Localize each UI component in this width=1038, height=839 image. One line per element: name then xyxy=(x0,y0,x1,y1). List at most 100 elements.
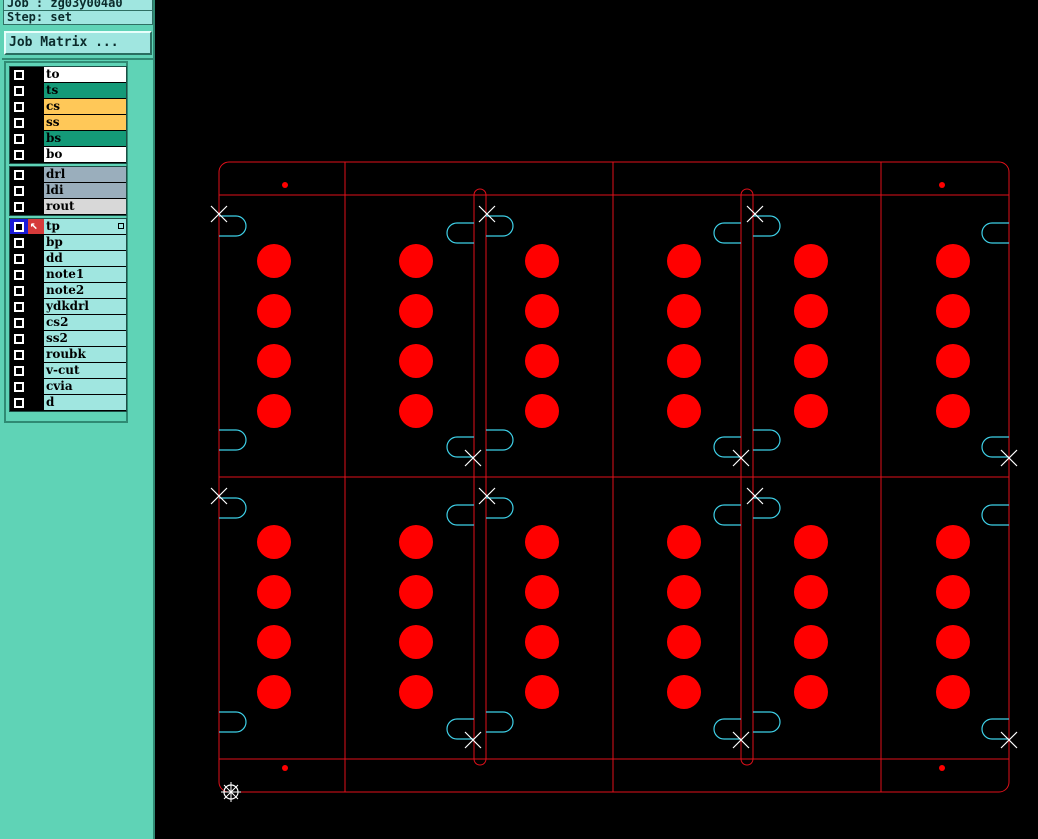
pad-circle xyxy=(667,625,701,659)
layer-name-label[interactable]: d xyxy=(44,395,126,410)
layer-toggle-checkbox[interactable] xyxy=(10,115,28,130)
layer-name-label[interactable]: ydkdrl xyxy=(44,299,126,314)
layer-row-ydkdrl[interactable]: ydkdrl xyxy=(10,299,126,315)
layer-row-to[interactable]: to xyxy=(10,67,126,83)
pad-circle xyxy=(667,394,701,428)
layer-name-label[interactable]: ss xyxy=(44,115,126,130)
layer-toggle-checkbox[interactable] xyxy=(10,331,28,346)
layer-status-icon xyxy=(28,267,44,282)
layer-name-label[interactable]: drl xyxy=(44,167,126,182)
layer-toggle-checkbox[interactable] xyxy=(10,167,28,182)
layer-row-bp[interactable]: bp xyxy=(10,235,126,251)
graphics-canvas[interactable] xyxy=(157,0,1038,839)
layer-status-icon xyxy=(28,99,44,114)
panel-drawing[interactable] xyxy=(157,0,1038,839)
fiducial-dot xyxy=(939,182,945,188)
layer-row-rout[interactable]: rout xyxy=(10,199,126,215)
layer-name-label[interactable]: tp xyxy=(44,219,126,234)
layer-toggle-checkbox[interactable] xyxy=(10,251,28,266)
layer-name-label[interactable]: note1 xyxy=(44,267,126,282)
layer-toggle-checkbox[interactable] xyxy=(10,283,28,298)
pad-circle xyxy=(794,244,828,278)
cross-marker-icon xyxy=(746,487,764,505)
layer-row-tp[interactable]: tp xyxy=(10,218,126,235)
layer-name-label[interactable]: cvia xyxy=(44,379,126,394)
layer-row-cvia[interactable]: cvia xyxy=(10,379,126,395)
pad-circle xyxy=(525,394,559,428)
layer-group-misc: tp bp dd note1 xyxy=(9,218,127,412)
layer-toggle-checkbox[interactable] xyxy=(10,219,28,234)
layer-row-ss[interactable]: ss xyxy=(10,115,126,131)
layer-name-label[interactable]: bs xyxy=(44,131,126,146)
pad-circle xyxy=(794,344,828,378)
layer-name-label[interactable]: cs2 xyxy=(44,315,126,330)
pad-circle xyxy=(667,575,701,609)
layer-name-label[interactable]: ts xyxy=(44,83,126,98)
layer-name-label[interactable]: dd xyxy=(44,251,126,266)
layer-row-cs2[interactable]: cs2 xyxy=(10,315,126,331)
layer-toggle-checkbox[interactable] xyxy=(10,131,28,146)
layer-row-ts[interactable]: ts xyxy=(10,83,126,99)
layer-name-label[interactable]: cs xyxy=(44,99,126,114)
layer-row-bo[interactable]: bo xyxy=(10,147,126,163)
job-matrix-button[interactable]: Job Matrix ... xyxy=(4,31,152,55)
slot-shape xyxy=(219,497,247,519)
layer-toggle-checkbox[interactable] xyxy=(10,99,28,114)
layer-row-ss2[interactable]: ss2 xyxy=(10,331,126,347)
layer-toggle-checkbox[interactable] xyxy=(10,235,28,250)
layer-toggle-checkbox[interactable] xyxy=(10,147,28,162)
cam-window: Job : zg03y004a0 Step: set Job Matrix ..… xyxy=(0,0,1038,839)
layer-name-label[interactable]: v-cut xyxy=(44,363,126,378)
fiducial-dot xyxy=(282,182,288,188)
layer-name-label[interactable]: bo xyxy=(44,147,126,162)
layer-toggle-checkbox[interactable] xyxy=(10,199,28,214)
layer-row-dd[interactable]: dd xyxy=(10,251,126,267)
layer-name-label[interactable]: ss2 xyxy=(44,331,126,346)
layer-status-icon xyxy=(28,167,44,182)
slot-shape xyxy=(981,504,1009,526)
slot-shape xyxy=(713,504,741,526)
layer-row-cs[interactable]: cs xyxy=(10,99,126,115)
layer-row-note1[interactable]: note1 xyxy=(10,267,126,283)
layer-toggle-checkbox[interactable] xyxy=(10,347,28,362)
pad-circle xyxy=(794,294,828,328)
layer-toggle-checkbox[interactable] xyxy=(10,267,28,282)
layer-toggle-checkbox[interactable] xyxy=(10,183,28,198)
layer-row-v-cut[interactable]: v-cut xyxy=(10,363,126,379)
layer-name-label[interactable]: note2 xyxy=(44,283,126,298)
pad-circle xyxy=(257,675,291,709)
layer-toggle-checkbox[interactable] xyxy=(10,67,28,82)
layer-name-label[interactable]: bp xyxy=(44,235,126,250)
layer-name-label[interactable]: rout xyxy=(44,199,126,214)
layer-toggle-checkbox[interactable] xyxy=(10,315,28,330)
layer-toggle-checkbox[interactable] xyxy=(10,299,28,314)
layer-name-label[interactable]: roubk xyxy=(44,347,126,362)
layer-toggle-checkbox[interactable] xyxy=(10,379,28,394)
layer-group-drill: drl ldi rout xyxy=(9,166,127,216)
layer-row-note2[interactable]: note2 xyxy=(10,283,126,299)
cross-marker-icon xyxy=(746,205,764,223)
pad-circle xyxy=(794,394,828,428)
layer-toggle-checkbox[interactable] xyxy=(10,83,28,98)
layer-row-d[interactable]: d xyxy=(10,395,126,411)
pad-circle xyxy=(399,525,433,559)
panel-divider xyxy=(2,58,153,60)
pad-circle xyxy=(525,625,559,659)
layer-name-label[interactable]: to xyxy=(44,67,126,82)
layer-toggle-checkbox[interactable] xyxy=(10,395,28,410)
slot-shape xyxy=(753,711,781,733)
layer-row-bs[interactable]: bs xyxy=(10,131,126,147)
slot-shape xyxy=(219,215,247,237)
pad-circle xyxy=(399,675,433,709)
pad-circle xyxy=(399,244,433,278)
layer-row-roubk[interactable]: roubk xyxy=(10,347,126,363)
layer-toggle-checkbox[interactable] xyxy=(10,363,28,378)
layer-row-drl[interactable]: drl xyxy=(10,167,126,183)
pad-circle xyxy=(794,575,828,609)
layer-status-icon xyxy=(28,147,44,162)
layer-row-ldi[interactable]: ldi xyxy=(10,183,126,199)
slot-shape xyxy=(981,222,1009,244)
layer-name-label[interactable]: ldi xyxy=(44,183,126,198)
slot-shape xyxy=(753,429,781,451)
pad-circle xyxy=(525,675,559,709)
